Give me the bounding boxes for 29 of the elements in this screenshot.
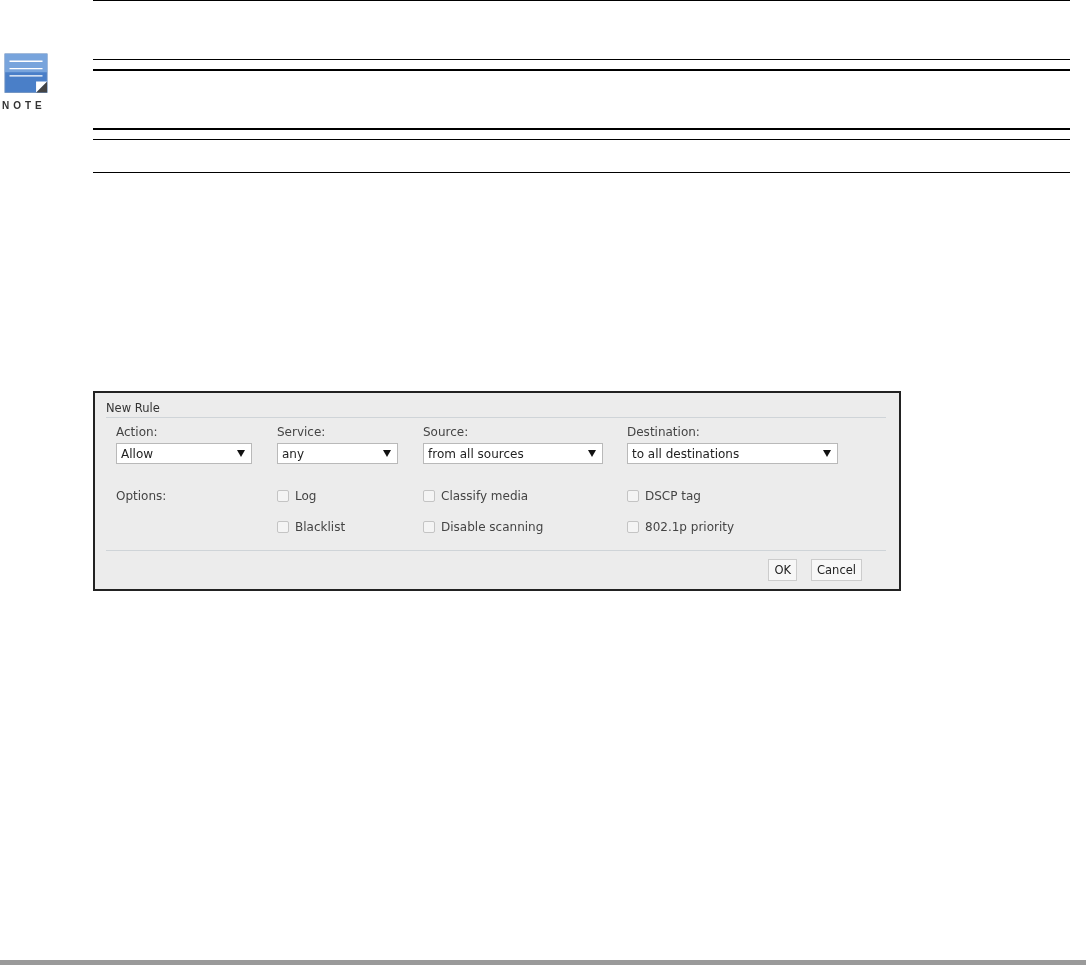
- caret-icon: [383, 450, 391, 457]
- checkbox[interactable]: [277, 490, 289, 502]
- option-label: Blacklist: [295, 520, 346, 534]
- dialog-button[interactable]: OK: [768, 559, 798, 581]
- option-label: Disable scanning: [441, 520, 544, 534]
- field-label: Action:: [116, 425, 159, 441]
- options-label: Options:: [116, 488, 168, 505]
- dropdown[interactable]: from all sources: [423, 443, 603, 464]
- caret-icon: [823, 450, 831, 457]
- option-label: Classify media: [441, 489, 529, 503]
- checkbox[interactable]: [277, 521, 289, 533]
- checkbox[interactable]: [423, 490, 435, 502]
- dropdown[interactable]: Allow: [116, 443, 252, 464]
- option-label: DSCP tag: [645, 489, 701, 503]
- dialog-button[interactable]: Cancel: [811, 559, 862, 581]
- dropdown[interactable]: any: [277, 443, 398, 464]
- field-label: Service:: [277, 425, 327, 441]
- caret-icon: [237, 450, 245, 457]
- checkbox[interactable]: [627, 521, 639, 533]
- dropdown[interactable]: to all destinations: [627, 443, 838, 464]
- caret-icon: [588, 450, 596, 457]
- note-label: NOTE: [2, 100, 46, 111]
- option-label: 802.1p priority: [645, 520, 735, 534]
- field-label: Source:: [423, 425, 470, 441]
- option-label: Log: [295, 489, 317, 503]
- dialog-title: New Rule: [106, 401, 161, 417]
- checkbox[interactable]: [627, 490, 639, 502]
- field-label: Destination:: [627, 425, 701, 441]
- checkbox[interactable]: [423, 521, 435, 533]
